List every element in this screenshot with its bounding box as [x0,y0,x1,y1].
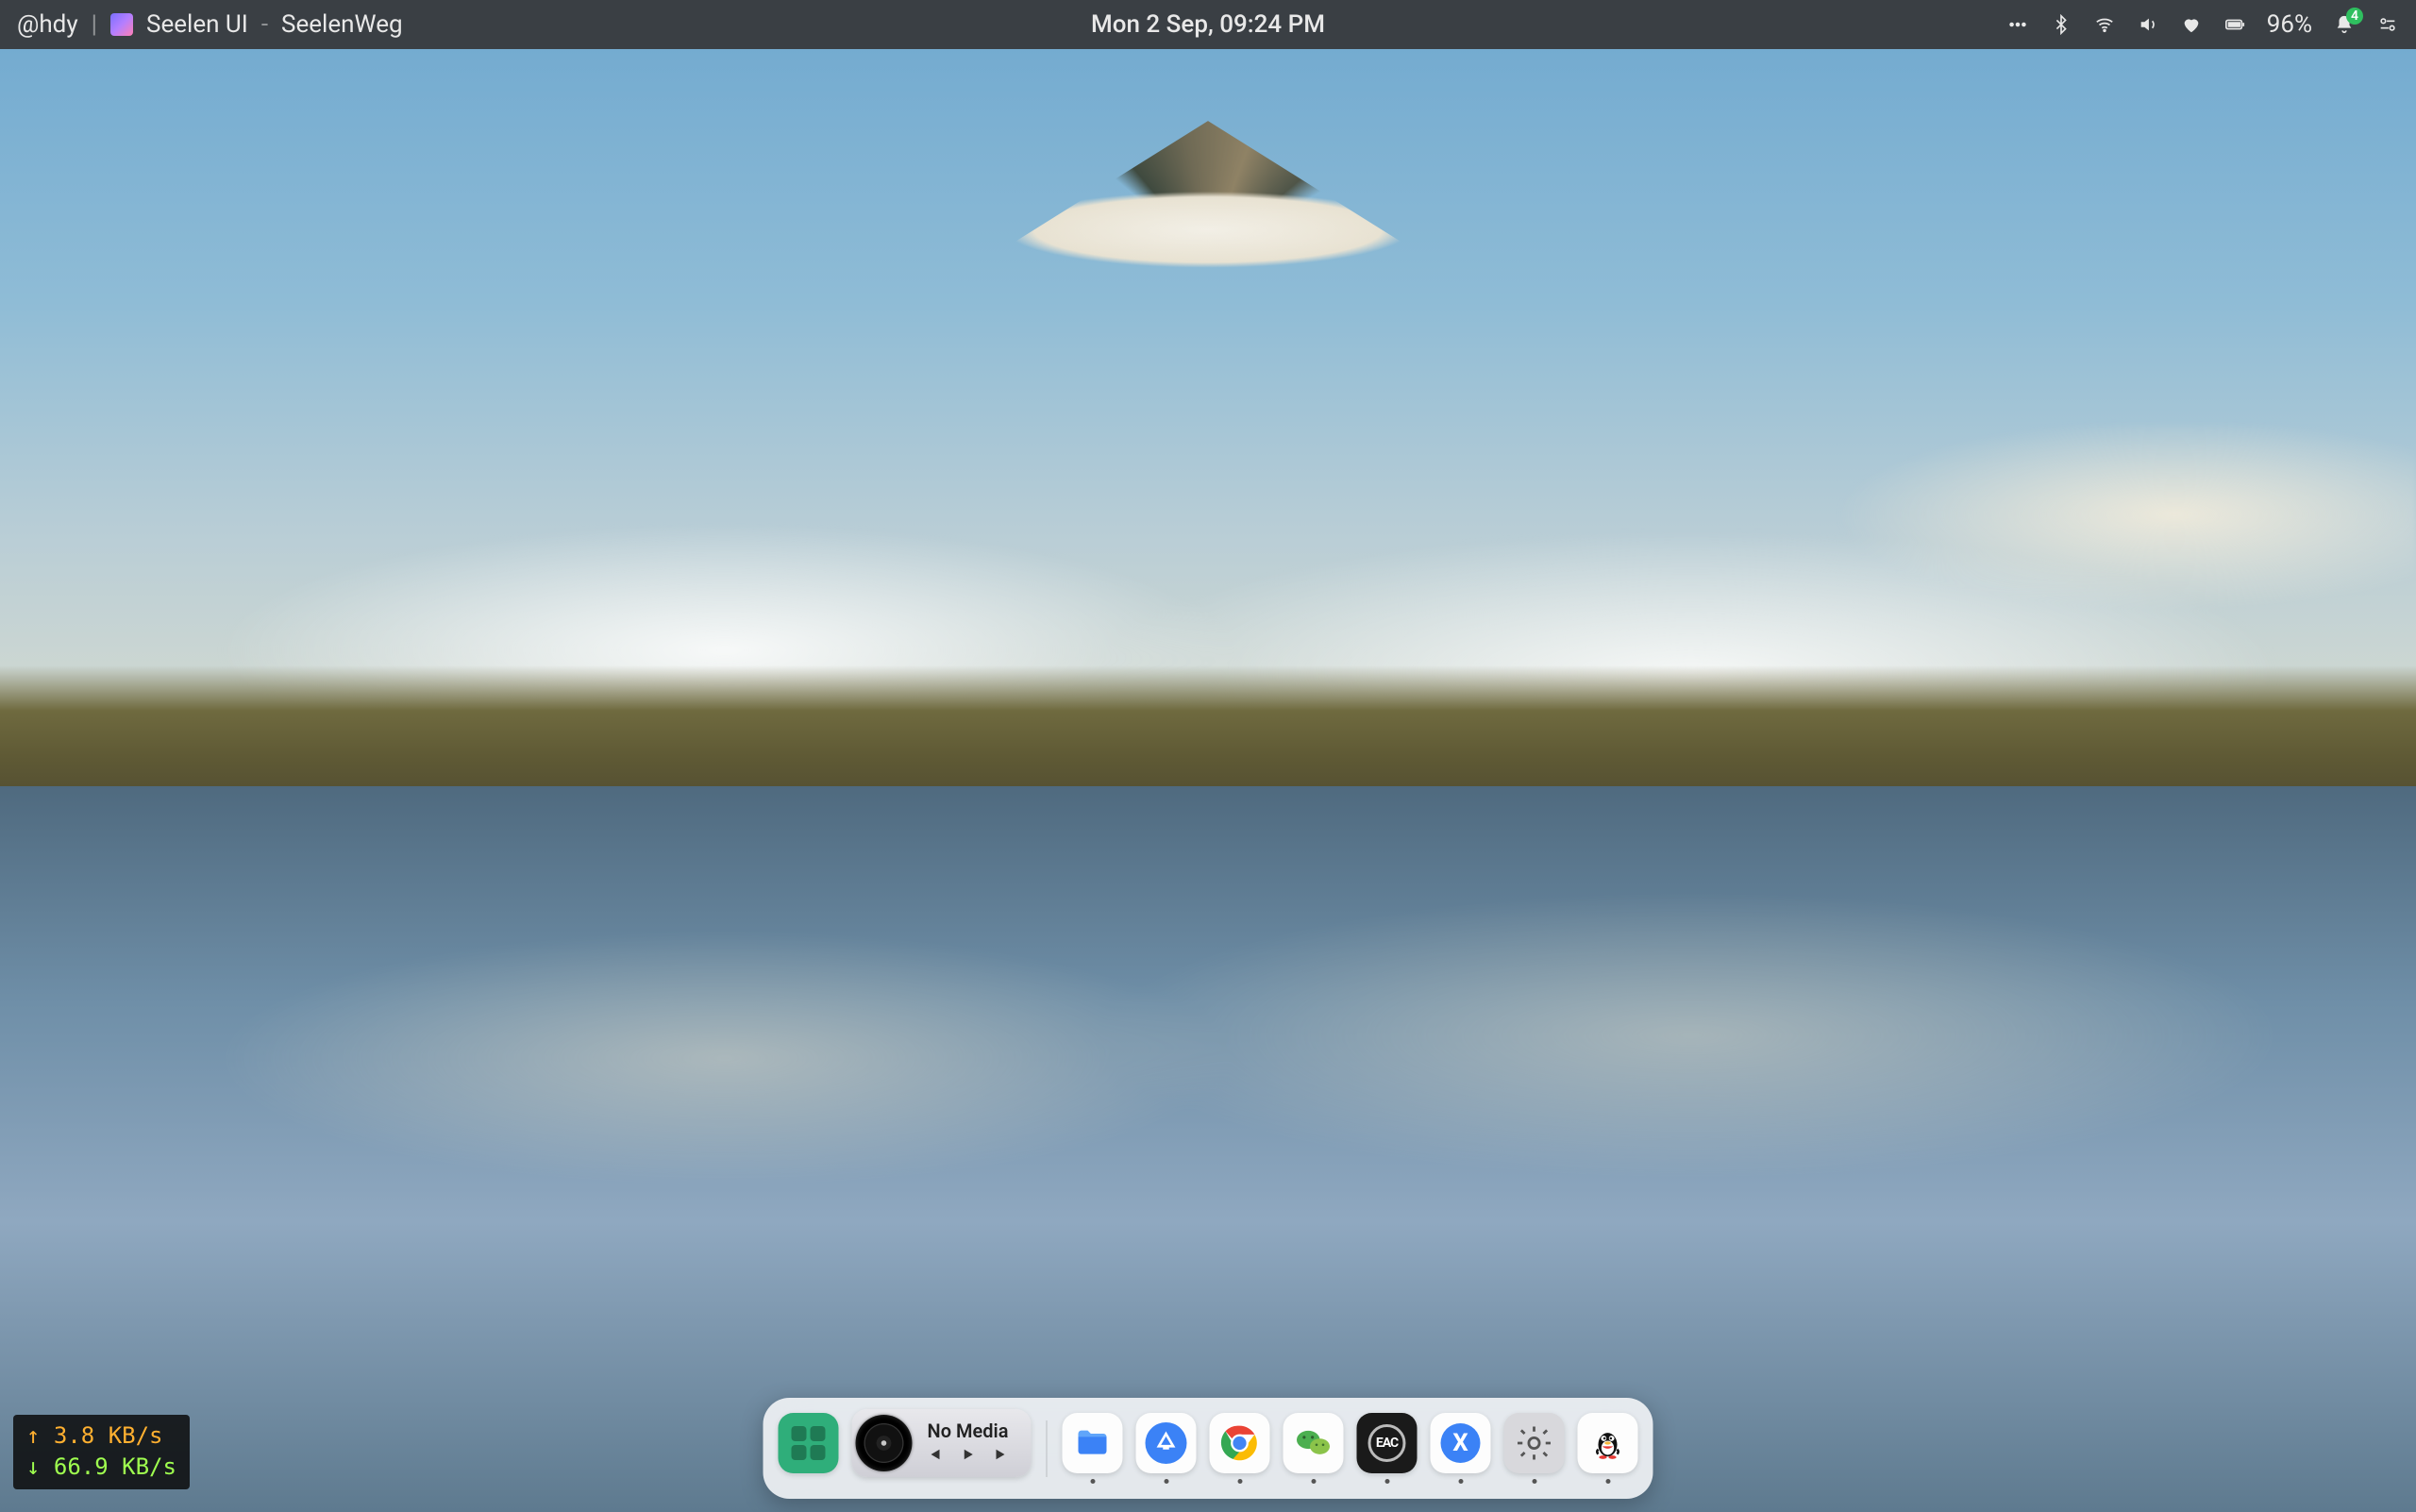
dock-item-qq[interactable] [1578,1413,1638,1484]
running-indicator [1164,1479,1168,1484]
menu-bar: @hdy | Seelen UI - SeelenWeg Mon 2 Sep, … [0,0,2416,49]
running-indicator [1384,1479,1389,1484]
app-store-icon [1136,1413,1197,1473]
dock-item-store[interactable] [1136,1413,1197,1484]
notifications-icon[interactable]: 4 [2333,13,2356,36]
eac-icon: EAC [1357,1413,1418,1473]
running-indicator [1605,1479,1610,1484]
running-indicator [1090,1479,1095,1484]
wifi-icon[interactable] [2093,13,2116,36]
dock-item-wechat[interactable] [1284,1413,1344,1484]
files-icon [1063,1413,1123,1473]
chrome-icon [1210,1413,1270,1473]
dock-separator [1047,1420,1048,1477]
dock-item-media[interactable]: No Media [852,1409,1032,1487]
upload-speed: 3.8 KB/s [54,1422,163,1449]
desktop-wallpaper [0,0,2416,1512]
settings-icon [1504,1413,1565,1473]
running-indicator [1532,1479,1536,1484]
media-prev-icon[interactable] [926,1446,943,1467]
volume-icon[interactable] [2137,13,2159,36]
x-label: X [1452,1429,1468,1457]
dash: - [261,10,268,39]
user-handle[interactable]: @hdy [17,10,78,39]
notification-badge: 4 [2346,8,2363,25]
eac-label: EAC [1376,1436,1398,1451]
battery-icon[interactable] [2223,13,2246,36]
download-speed: 66.9 KB/s [54,1453,176,1480]
dock-item-eac[interactable]: EAC [1357,1413,1418,1484]
heart-icon[interactable] [2180,13,2203,36]
vinyl-disc-icon [856,1415,913,1471]
dock-item-start[interactable] [779,1413,839,1484]
app-name[interactable]: Seelen UI [146,10,248,39]
upload-arrow-icon: ↑ [26,1422,40,1449]
app-icon[interactable] [110,13,133,36]
media-widget[interactable]: No Media [852,1409,1032,1477]
dock-item-files[interactable] [1063,1413,1123,1484]
dock-item-settings[interactable] [1504,1413,1565,1484]
media-play-icon[interactable] [960,1446,977,1467]
download-arrow-icon: ↓ [26,1453,40,1480]
running-indicator [1237,1479,1242,1484]
separator: | [92,10,97,39]
dock: No Media [763,1398,1653,1499]
network-speed-widget[interactable]: ↑ 3.8 KB/s ↓ 66.9 KB/s [13,1415,190,1489]
wechat-icon [1284,1413,1344,1473]
settings-toggle-icon[interactable] [2376,13,2399,36]
running-indicator [1458,1479,1463,1484]
clock[interactable]: Mon 2 Sep, 09:24 PM [1091,10,1325,39]
qq-icon [1578,1413,1638,1473]
window-title[interactable]: SeelenWeg [281,10,403,39]
more-icon[interactable] [2006,13,2029,36]
dock-item-chrome[interactable] [1210,1413,1270,1484]
running-indicator [1311,1479,1316,1484]
x-app-icon: X [1431,1413,1491,1473]
dock-item-x[interactable]: X [1431,1413,1491,1484]
battery-percent: 96% [2267,10,2312,39]
media-title: No Media [928,1420,1009,1442]
start-icon [779,1413,839,1473]
bluetooth-icon[interactable] [2050,13,2072,36]
media-next-icon[interactable] [994,1446,1011,1467]
